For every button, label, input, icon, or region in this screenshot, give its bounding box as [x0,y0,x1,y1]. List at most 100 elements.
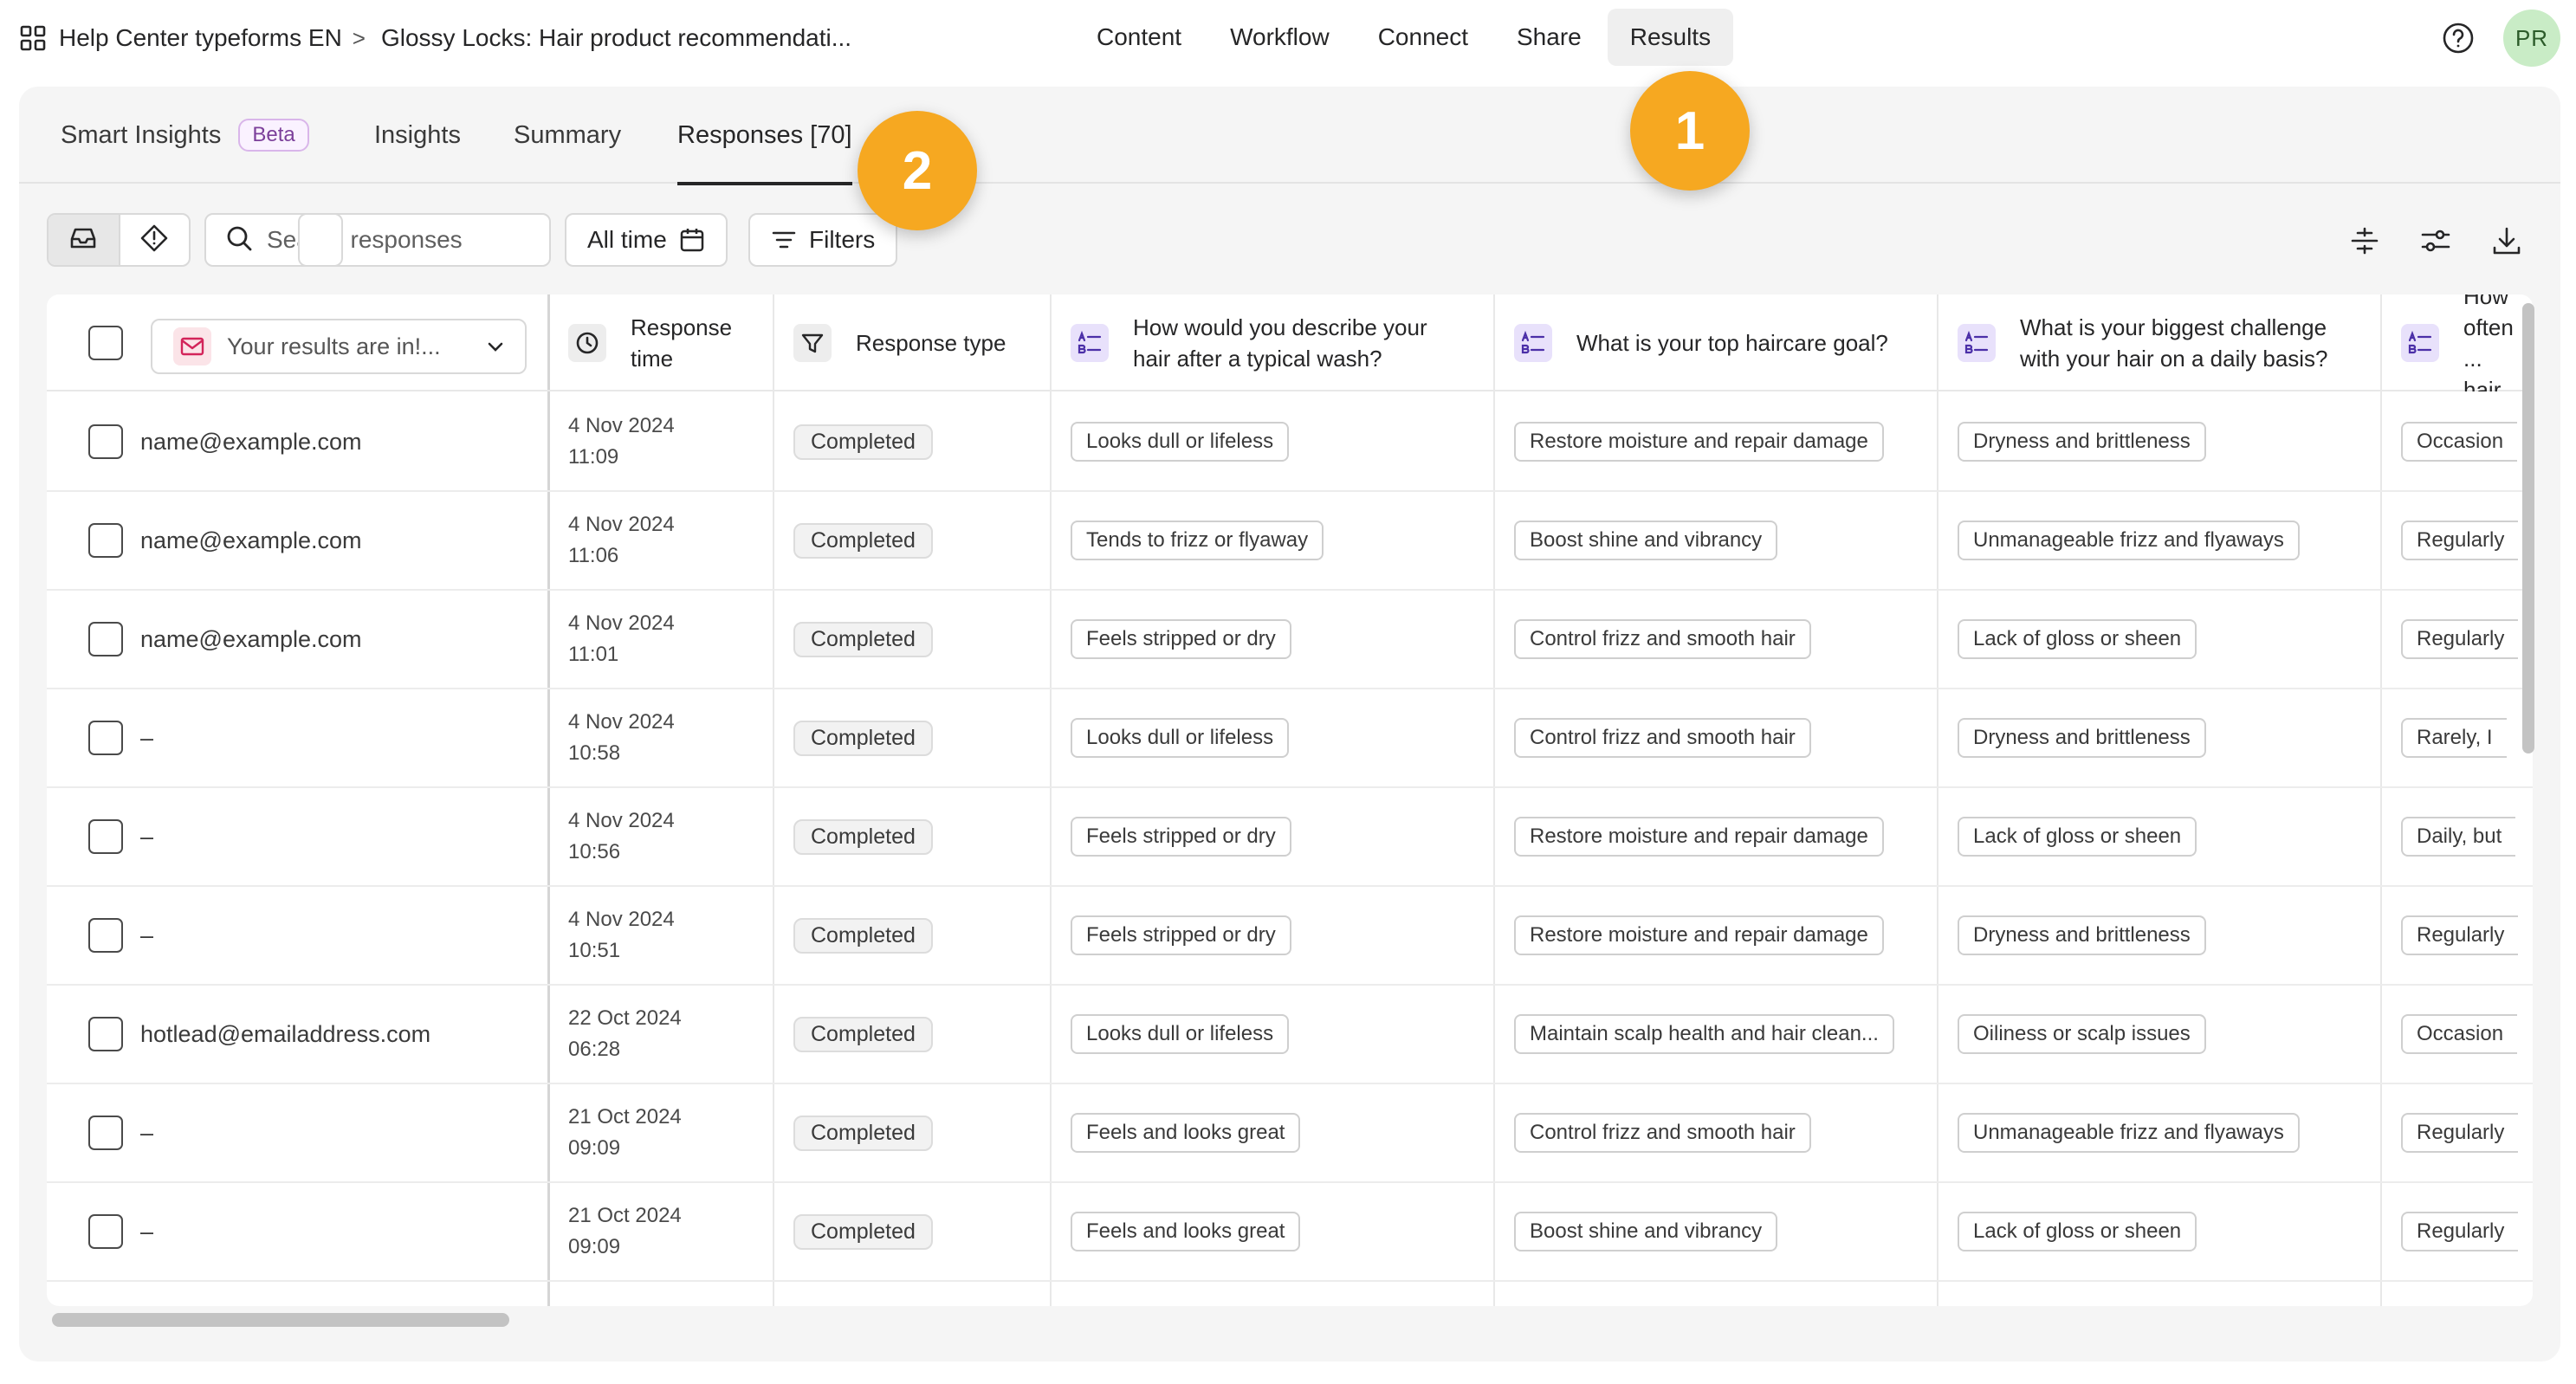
table-row[interactable]: name@example.com 4 Nov 2024 11:09 Comple… [47,393,2533,492]
answer-question-4: Regularly [2401,591,2533,688]
tab-summary[interactable]: Summary [514,87,621,184]
filters-button[interactable]: Filters [748,213,898,267]
table-row[interactable]: – 4 Nov 2024 10:56 Completed Feels strip… [47,788,2533,887]
table-row[interactable]: – 21 Oct 2024 09:09 Completed Feels and … [47,1183,2533,1282]
answer-chip: Feels stripped or dry [1071,915,1291,955]
response-type: Completed [793,1084,1045,1181]
response-clock-time: 06:28 [568,1038,621,1061]
table-row[interactable]: name@example.com 4 Nov 2024 11:01 Comple… [47,591,2533,689]
answer-chip: Restore moisture and repair damage [1514,422,1884,462]
nav-workflow[interactable]: Workflow [1207,9,1352,66]
select-all-checkbox[interactable] [88,326,123,360]
table-row[interactable]: – 21 Oct 2024 09:09 Completed Feels and … [47,1084,2533,1183]
answer-question-3: Lack of gloss or sheen [1958,1183,2375,1280]
row-checkbox[interactable] [88,1017,123,1051]
nav-share[interactable]: Share [1494,9,1604,66]
search-icon [225,224,253,256]
search-field[interactable] [204,213,551,267]
answer-question-1: Feels stripped or dry [1071,788,1488,885]
status-badge: Completed [793,1115,933,1151]
row-checkbox[interactable] [88,918,123,953]
row-checkbox[interactable] [88,523,123,558]
header-question-3-label: What is your biggest challenge with your… [2020,314,2328,372]
header-response-type[interactable]: Response type [793,294,1045,391]
row-checkbox[interactable] [88,819,123,854]
row-checkbox[interactable] [88,1116,123,1150]
sliders-icon[interactable] [2418,223,2453,258]
nav-content[interactable]: Content [1074,9,1204,66]
answer-question-1: Looks dull or lifeless [1071,393,1488,490]
tab-insights[interactable]: Insights [374,87,461,184]
mail-icon [173,327,211,365]
answer-chip: Tends to frizz or flyaway [1071,521,1324,560]
respondent-email: – [140,922,154,948]
answer-chip: Dryness and brittleness [1958,422,2206,462]
header-question-2[interactable]: What is your top haircare goal? [1514,294,1932,391]
header-question-1[interactable]: How would you describe your hair after a… [1071,294,1488,391]
response-date: 4 Nov 2024 [568,908,675,931]
help-circle-icon[interactable] [2441,21,2476,55]
columns-icon[interactable] [2347,223,2382,258]
answer-question-4: Regularly [2401,1183,2533,1280]
answer-chip: Control frizz and smooth hair [1514,619,1811,659]
results-tabs: Smart Insights Beta Insights Summary Res… [19,87,2560,185]
answer-chip: Looks dull or lifeless [1071,718,1290,758]
row-checkbox[interactable] [88,1214,123,1249]
header-question-4[interactable]: How often ... hair... [2401,294,2531,391]
answer-chip: Boost shine and vibrancy [1514,521,1778,560]
horizontal-scrollbar[interactable] [52,1313,509,1327]
table-row[interactable]: – 4 Nov 2024 10:58 Completed Looks dull … [47,689,2533,788]
email-column-label: Your results are in!... [227,333,441,359]
nav-results[interactable]: Results [1607,9,1734,66]
user-avatar[interactable]: PR [2503,10,2560,67]
respondent-email: – [140,1119,154,1146]
answer-chip: Maintain scalp health and hair clean... [1514,1014,1894,1054]
inbox-view-button[interactable] [49,215,119,265]
answer-chip: Looks dull or lifeless [1071,1014,1290,1054]
download-icon[interactable] [2489,223,2524,258]
response-clock-time: 11:09 [568,445,619,469]
status-badge: Completed [793,917,933,954]
table-row[interactable]: name@example.com 4 Nov 2024 11:06 Comple… [47,492,2533,591]
grid-icon[interactable] [19,24,47,52]
response-date: 4 Nov 2024 [568,414,675,437]
email-column-select[interactable]: Your results are in!... [151,319,527,374]
responses-toolbar: All time Filters [19,213,2560,270]
row-checkbox[interactable] [88,424,123,459]
answer-chip: Dryness and brittleness [1958,915,2206,955]
response-time: 4 Nov 2024 11:09 [568,393,767,490]
top-bar: Help Center typeforms EN > Glossy Locks:… [0,0,2576,76]
header-response-time[interactable]: Response time [568,294,767,391]
response-time: 4 Nov 2024 10:58 [568,689,767,786]
respondent-email: – [140,823,154,850]
header-question-3[interactable]: What is your biggest challenge with your… [1958,294,2375,391]
answer-question-3: Lack of gloss or sheen [1958,788,2375,885]
filter-icon [771,227,797,253]
response-type: Completed [793,492,1045,589]
answer-chip: Oiliness or scalp issues [1958,1014,2206,1054]
response-clock-time: 10:56 [568,840,621,863]
answer-chip: Regularly [2401,619,2519,659]
answer-question-2: Restore moisture and repair damage [1514,788,1932,885]
row-checkbox[interactable] [88,721,123,755]
insight-view-button[interactable] [118,215,189,265]
tab-responses[interactable]: Responses [70] [677,87,852,185]
answer-question-4: Occasion [2401,393,2533,490]
header-question-1-label: How would you describe your hair after a… [1133,314,1427,372]
table-row[interactable]: hotlead@emailaddress.com 22 Oct 2024 06:… [47,986,2533,1084]
breadcrumb-form-title[interactable]: Glossy Locks: Hair product recommendati.… [381,24,851,52]
response-date: 21 Oct 2024 [568,1204,682,1227]
status-badge: Completed [793,522,933,559]
table-row[interactable]: – 4 Nov 2024 10:51 Completed Feels strip… [47,887,2533,986]
answer-chip: Lack of gloss or sheen [1958,1212,2197,1251]
tab-smart-insights[interactable]: Smart Insights Beta [61,87,309,184]
answer-chip: Feels and looks great [1071,1113,1301,1153]
nav-connect[interactable]: Connect [1356,9,1491,66]
status-badge: Completed [793,424,933,460]
breadcrumb-workspace[interactable]: Help Center typeforms EN [59,24,342,52]
date-range-button[interactable]: All time [565,213,728,267]
answer-chip: Restore moisture and repair damage [1514,817,1884,857]
row-checkbox[interactable] [88,622,123,656]
answer-question-3: Oiliness or scalp issues [1958,986,2375,1083]
vertical-scrollbar[interactable] [2522,303,2534,753]
